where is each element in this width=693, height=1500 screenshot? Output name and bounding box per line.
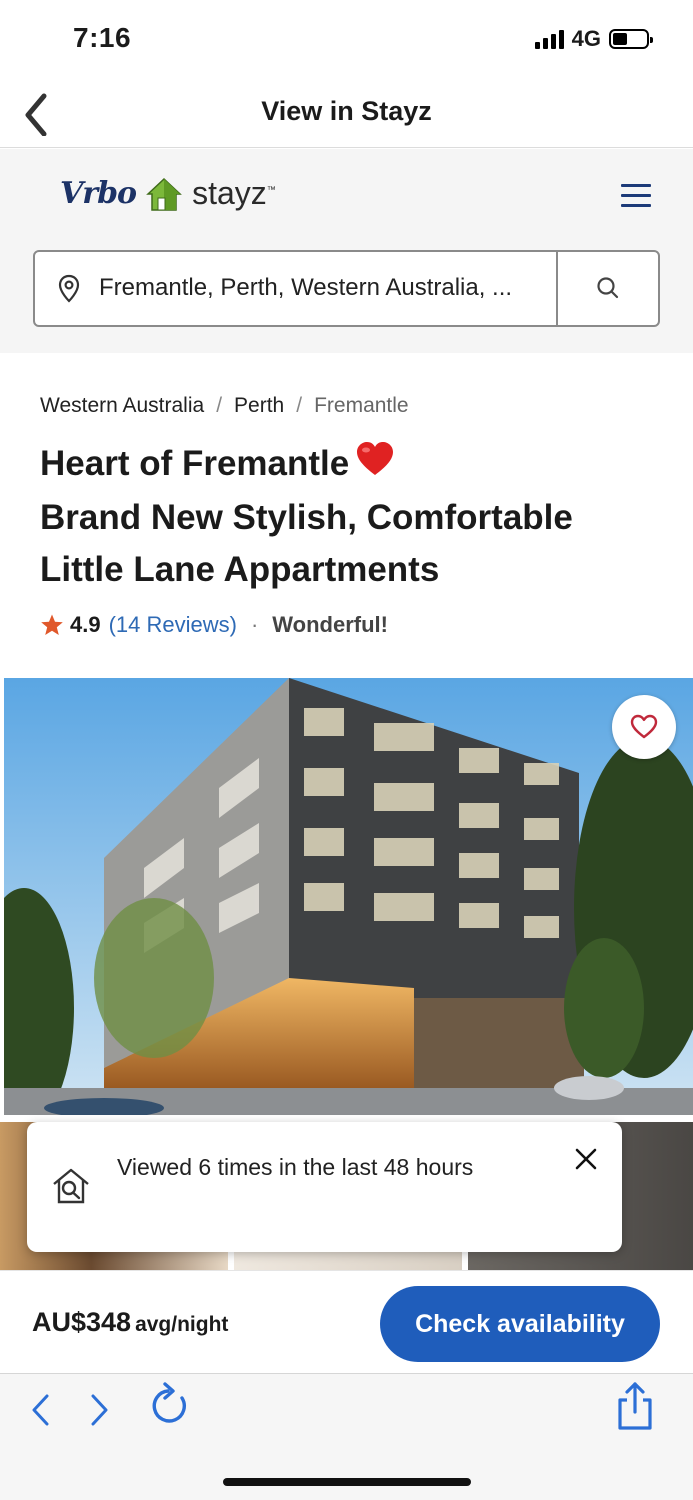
- nightly-price: AU$348 avg/night: [32, 1307, 228, 1338]
- location-search-input[interactable]: Fremantle, Perth, Western Australia, ...: [33, 250, 660, 327]
- rating-separator-dot: ·: [250, 612, 259, 637]
- nav-title: View in Stayz: [261, 96, 432, 126]
- breadcrumb-separator: /: [216, 394, 223, 417]
- home-indicator: [223, 1478, 471, 1486]
- favorite-button[interactable]: [612, 695, 676, 759]
- views-toast-message: Viewed 6 times in the last 48 hours: [117, 1154, 474, 1180]
- vrbo-logo-text: Vrbo: [60, 176, 137, 211]
- breadcrumb-item-state[interactable]: Western Australia: [40, 394, 204, 418]
- rating-score: 4.9: [70, 612, 101, 637]
- breadcrumb-separator: /: [296, 394, 303, 417]
- red-heart-icon: [355, 440, 395, 492]
- building-photo: [4, 678, 693, 1115]
- chevron-left-icon: [32, 1394, 49, 1426]
- heart-outline-icon: [630, 714, 658, 739]
- brand-logo[interactable]: Vrbo stayz™: [60, 175, 276, 212]
- check-availability-button[interactable]: Check availability: [380, 1286, 660, 1362]
- status-indicators: 4G: [534, 26, 653, 52]
- browser-nav-bar: View in Stayz: [0, 78, 693, 148]
- browser-forward-button[interactable]: [86, 1388, 112, 1437]
- toast-close-button[interactable]: [573, 1146, 599, 1172]
- house-view-icon: [53, 1168, 89, 1204]
- breadcrumb-item-city[interactable]: Perth: [234, 394, 284, 418]
- status-time: 7:16: [73, 22, 132, 53]
- search-icon: [597, 277, 619, 299]
- reviews-link[interactable]: (14 Reviews): [109, 612, 237, 638]
- status-bar: 7:16 4G: [0, 0, 693, 78]
- reload-icon: [152, 1382, 186, 1423]
- chevron-right-icon: [91, 1394, 108, 1426]
- search-section: Fremantle, Perth, Western Australia, ...: [0, 237, 693, 353]
- price-unit: avg/night: [135, 1313, 229, 1336]
- search-button[interactable]: [556, 252, 658, 325]
- menu-button[interactable]: [621, 184, 651, 208]
- signal-icon: [534, 29, 564, 49]
- network-label: 4G: [571, 26, 601, 51]
- share-icon: [618, 1382, 652, 1430]
- price-amount: AU$348: [32, 1307, 132, 1337]
- title-line-1: Heart of Fremantle: [40, 444, 350, 483]
- site-header: Vrbo stayz™: [0, 149, 693, 237]
- battery-icon: [609, 29, 653, 49]
- browser-back-button[interactable]: [28, 1388, 54, 1437]
- breadcrumb: Western Australia / Perth / Fremantle: [40, 394, 409, 418]
- listing-hero-photo[interactable]: [4, 678, 693, 1115]
- reload-button[interactable]: [148, 1380, 194, 1437]
- house-logo-icon: [146, 177, 182, 211]
- close-icon: [575, 1148, 597, 1170]
- views-toast: Viewed 6 times in the last 48 hours: [27, 1122, 622, 1252]
- stayz-logo-text: stayz™: [192, 175, 276, 211]
- location-pin-icon: [58, 274, 80, 303]
- booking-bar: AU$348 avg/night Check availability: [0, 1270, 693, 1372]
- location-value: Fremantle, Perth, Western Australia, ...: [99, 274, 513, 301]
- listing-title: Heart of Fremantle Brand New Stylish, Co…: [40, 438, 660, 596]
- title-line-3: Little Lane Appartments: [40, 549, 440, 589]
- rating-label: Wonderful!: [272, 612, 388, 637]
- share-button[interactable]: [612, 1380, 658, 1437]
- star-icon: [41, 614, 63, 635]
- breadcrumb-item-suburb: Fremantle: [314, 394, 409, 417]
- title-line-2: Brand New Stylish, Comfortable: [40, 497, 573, 537]
- rating-row: 4.9 (14 Reviews) · Wonderful!: [40, 612, 388, 638]
